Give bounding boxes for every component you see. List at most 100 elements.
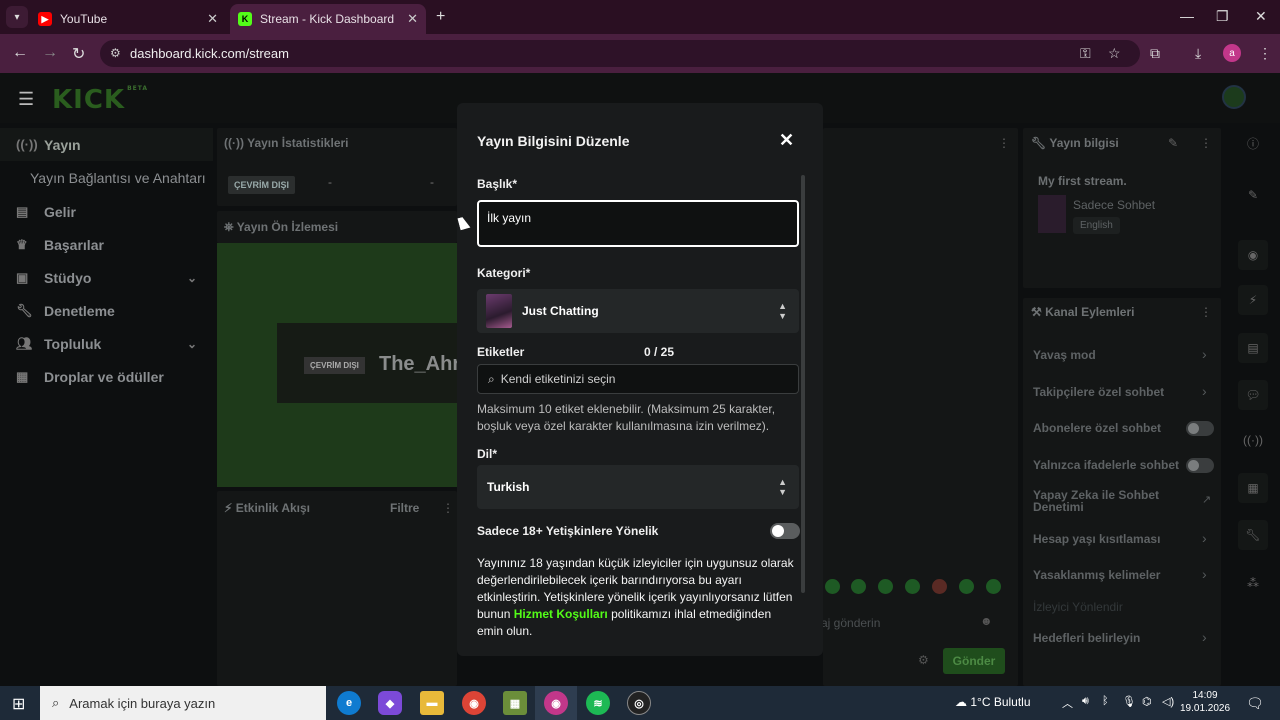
activity-more-icon[interactable]: ⋮ [442,501,454,515]
send-button[interactable]: Gönder [943,648,1005,674]
sidebar-item-topluluk[interactable]: 👥︎ Topluluk ⌄ [0,327,213,360]
action-subscribers-only[interactable]: Abonelere özel sohbet [1033,421,1161,435]
tags-input[interactable]: ⌕ Kendi etiketinizi seçin [477,364,799,394]
chat-settings-icon[interactable]: ⚙ [918,653,929,667]
sidebar-item-studyo[interactable]: ▣ Stüdyo ⌄ [0,261,213,294]
close-tab-icon[interactable]: ✕ [407,11,418,27]
action-raid[interactable]: İzleyici Yönlendir [1033,600,1123,614]
forward-icon[interactable]: → [42,44,58,62]
download-icon[interactable]: ⤓ [1195,45,1201,62]
document-icon[interactable]: ▤ [1238,333,1268,363]
emote-icon[interactable] [878,579,893,594]
bookmark-star-icon[interactable]: ☆ [1108,45,1121,62]
language-select[interactable]: Turkish ▲ ▼ [477,465,799,509]
lightning-icon: ⚡︎ [224,501,236,515]
action-account-age[interactable]: Hesap yaşı kısıtlaması [1033,532,1160,546]
lightning-icon[interactable]: ⚡︎ [1238,285,1268,315]
emote-icon[interactable] [825,579,840,594]
clock[interactable]: 14:09 19.01.2026 [1180,689,1230,715]
emoji-icon[interactable]: ☻ [980,614,993,628]
edit-icon[interactable]: ✎ [1238,180,1268,210]
tab-search-dropdown[interactable]: ▾ [6,6,28,28]
camera-icon[interactable]: ◉ [1238,240,1268,270]
action-banned-words[interactable]: Yasaklanmış kelimeler [1033,568,1160,582]
chat-bubble-icon[interactable]: 💬︎ [1238,380,1268,410]
action-followers-only[interactable]: Takipçilere özel sohbet [1033,385,1164,399]
close-icon[interactable]: ✕ [779,130,794,151]
show-hidden-icons[interactable]: ︿ [1062,695,1073,711]
filter-button[interactable]: Filtre [390,501,419,515]
chat-input[interactable]: aj gönderin [815,609,1002,635]
chrome-icon[interactable]: ◉ [462,691,486,715]
password-key-icon[interactable]: ⚿ [1080,45,1091,62]
bluetooth-icon[interactable]: ᛒ [1102,695,1109,707]
emote-icon[interactable] [932,579,947,594]
reload-icon[interactable]: ↻ [72,44,85,64]
sidebar-item-yayin[interactable]: ((·)) Yayın [0,128,213,161]
sidebar-item-label: Droplar ve ödüller [44,368,164,385]
extensions-icon[interactable]: ⧉ [1150,45,1160,62]
action-set-goals[interactable]: Hedefleri belirleyin [1033,631,1140,645]
chat-more-icon[interactable]: ⋮ [998,136,1010,150]
user-avatar[interactable] [1222,85,1246,109]
sidebar-item-denetleme[interactable]: 🔧︎ Denetleme [0,294,213,327]
file-explorer-icon[interactable]: ▬ [420,691,444,715]
subscribers-only-toggle[interactable] [1186,421,1214,436]
action-slow-mode[interactable]: Yavaş mod [1033,348,1096,362]
url-input[interactable]: dashboard.kick.com/stream [100,40,1140,67]
sidebar-item-basarilar[interactable]: ♛ Başarılar [0,228,213,261]
back-icon[interactable]: ← [12,44,28,62]
emote-icon[interactable] [959,579,974,594]
windows-start-icon[interactable]: ⊞ [12,694,25,714]
volume-icon[interactable]: 🔊︎ [1082,695,1089,708]
nodes-icon[interactable]: ⁂ [1238,568,1268,598]
wrench-icon[interactable]: 🔧︎ [1238,520,1268,550]
sidebar-item-droplar[interactable]: ▦ Droplar ve ödüller [0,360,213,393]
layout-icon[interactable]: ▦ [1238,473,1268,503]
stream-info-more-icon[interactable]: ⋮ [1200,136,1212,150]
stream-preview[interactable]: ÇEVRİM DIŞI The_Ahr [217,243,457,487]
tab-youtube[interactable]: ▶ YouTube ✕ [30,4,226,34]
edge-icon[interactable]: e [337,691,361,715]
site-info-icon[interactable]: ⚙ [110,46,121,60]
obs-icon[interactable]: ◎ [627,691,651,715]
tab-kick-dashboard[interactable]: K Stream - Kick Dashboard ✕ [230,4,426,34]
edit-pencil-icon[interactable]: ✎ [1168,136,1178,150]
notifications-icon[interactable]: 🗨︎ [1246,695,1264,712]
chrome-profile-icon[interactable]: ◉ [544,691,568,715]
network-icon[interactable]: ⌬ [1142,695,1152,708]
kick-logo[interactable]: KICK BETA [52,85,148,115]
info-icon[interactable]: ⓘ [1238,128,1268,158]
emotes-only-toggle[interactable] [1186,458,1214,473]
action-emotes-only[interactable]: Yalnızca ifadelerle sohbet [1033,458,1179,472]
adult-only-toggle[interactable] [770,523,800,539]
taskbar-search-input[interactable]: ⌕ Aramak için buraya yazın [40,686,326,720]
emote-icon[interactable] [905,579,920,594]
maximize-icon[interactable]: ❐ [1216,8,1229,25]
broadcast-icon[interactable]: ((·)) [1238,425,1268,455]
new-tab-icon[interactable]: + [436,8,445,26]
microphone-icon[interactable]: 🎙︎ [1122,695,1136,708]
close-window-icon[interactable]: ✕ [1255,8,1267,25]
emote-icon[interactable] [851,579,866,594]
weather-widget[interactable]: ☁ 1°C Bulutlu [955,695,1031,709]
minimize-icon[interactable]: — [1180,8,1194,24]
hamburger-menu-icon[interactable]: ☰ [18,89,34,110]
people-icon: 👥︎ [16,335,33,351]
browser-menu-icon[interactable]: ⋮ [1258,45,1272,62]
title-input[interactable]: İlk yayın [477,200,799,247]
emote-icon[interactable] [986,579,1001,594]
close-tab-icon[interactable]: ✕ [207,11,218,27]
category-select[interactable]: Just Chatting ▲ ▼ [477,289,799,333]
terms-of-service-link[interactable]: Hizmet Koşulları [514,607,608,621]
spotify-icon[interactable]: ≋ [586,691,610,715]
copilot-icon[interactable]: ◆ [378,691,402,715]
modal-scrollbar[interactable] [801,175,805,593]
minecraft-icon[interactable]: ▦ [503,691,527,715]
profile-avatar[interactable]: a [1223,44,1241,62]
sidebar-item-gelir[interactable]: ▤ Gelir [0,195,213,228]
action-ai-moderation[interactable]: Yapay Zeka ile Sohbet Denetimi [1033,489,1183,513]
channel-actions-more-icon[interactable]: ⋮ [1200,305,1212,319]
speaker-icon[interactable]: ◁) [1162,695,1174,708]
sidebar-item-stream-key[interactable]: Yayın Bağlantısı ve Anahtarı [0,161,213,195]
